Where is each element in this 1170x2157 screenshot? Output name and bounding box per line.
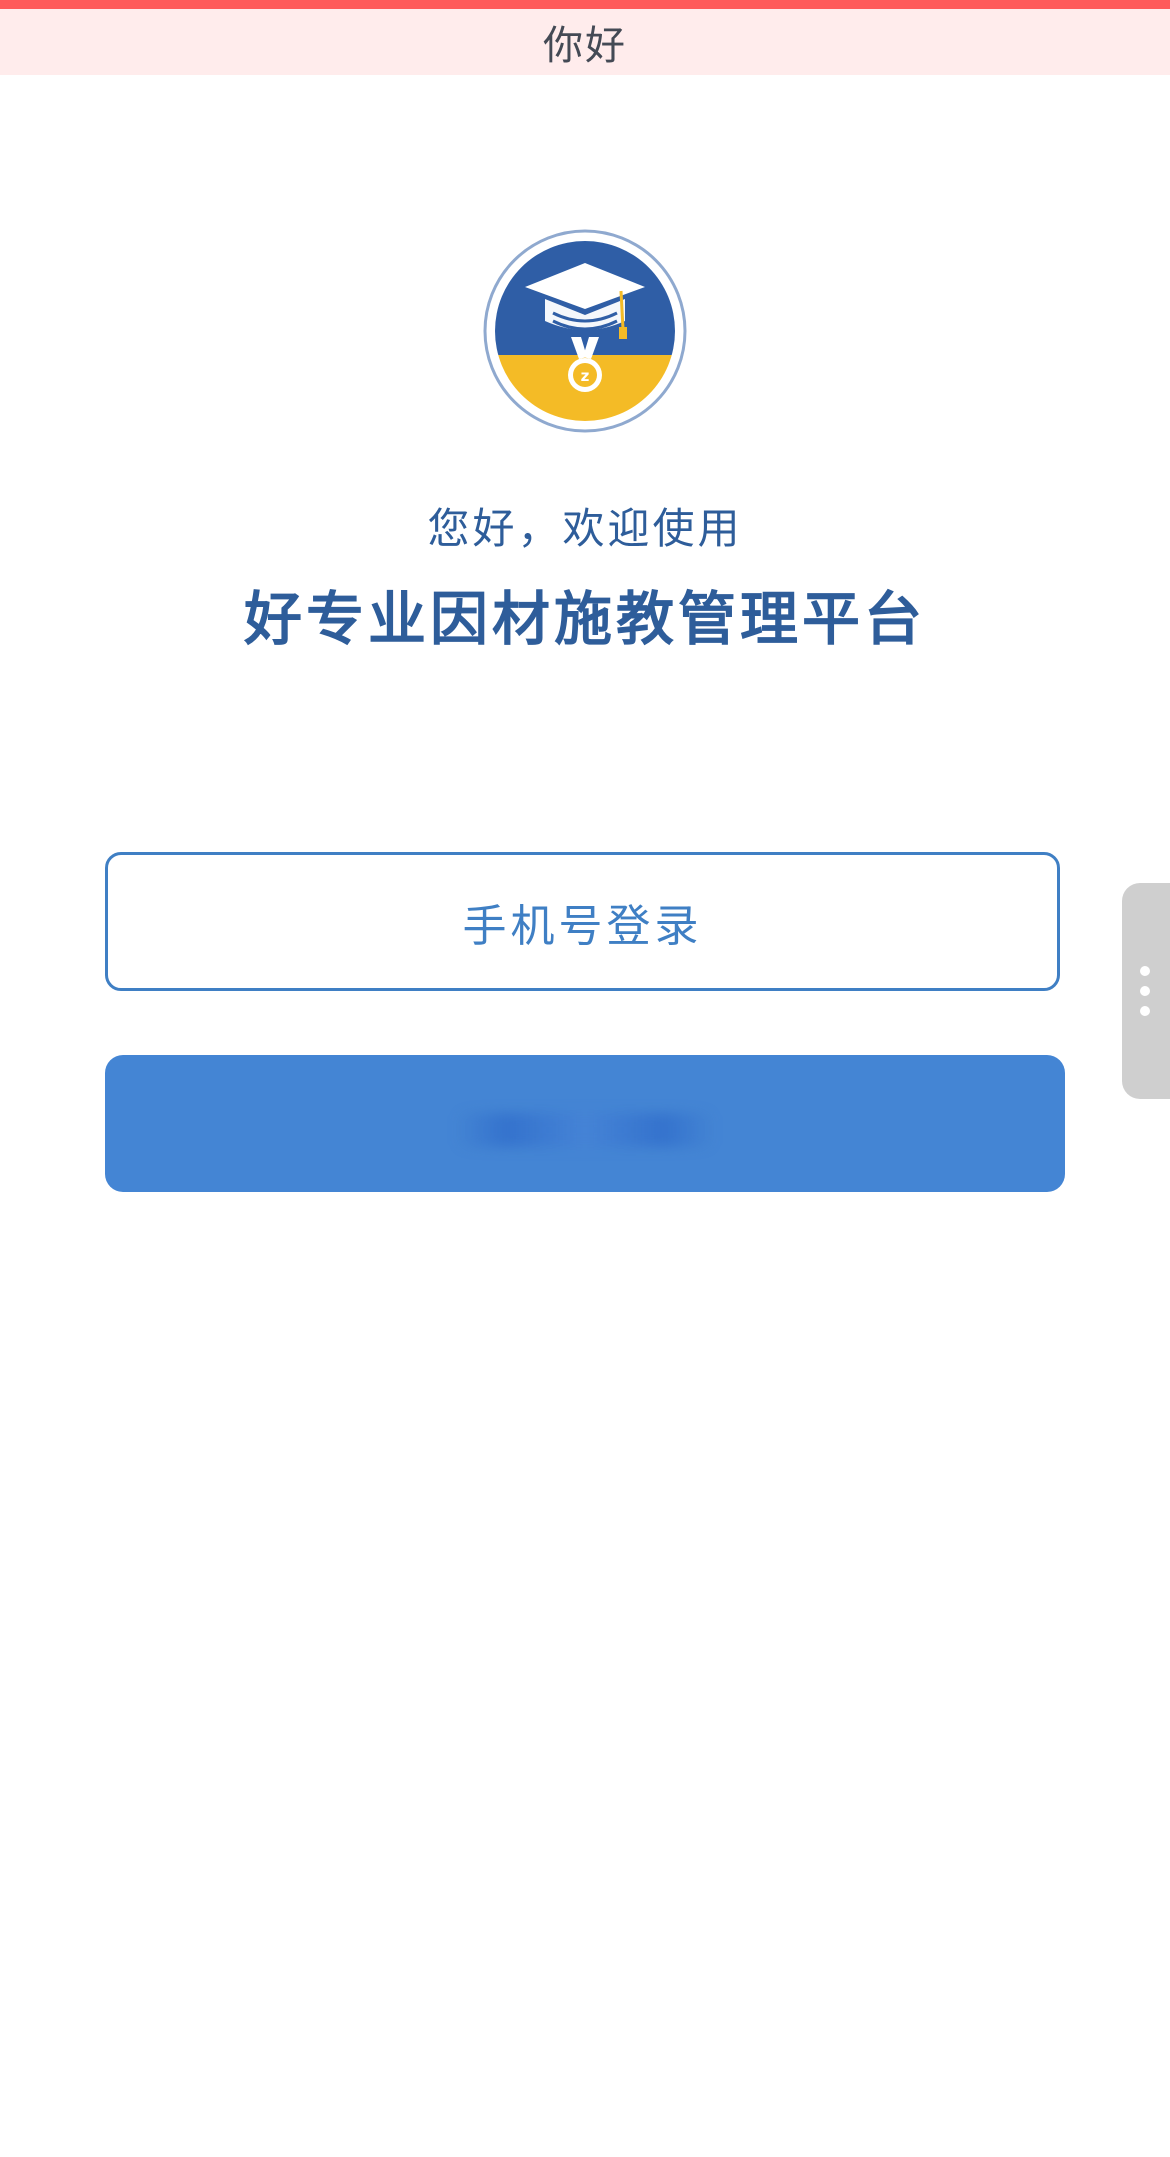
secondary-login-button[interactable] [105, 1055, 1065, 1192]
phone-login-button[interactable]: 手机号登录 [105, 852, 1060, 991]
side-drawer-handle[interactable] [1122, 883, 1170, 1099]
phone-login-label: 手机号登录 [462, 900, 703, 952]
welcome-text: 您好，欢迎使用 [427, 504, 743, 553]
graduation-cap-medal-logo-icon: z [483, 229, 687, 433]
status-strip [0, 0, 1170, 9]
login-screen: 你好 z 您好，欢迎使用 好专业因材施教管理平台 手机号登录 [0, 0, 1170, 2157]
svg-text:z: z [581, 367, 590, 385]
app-logo: z [483, 229, 687, 433]
blurred-button-label [455, 1112, 715, 1147]
page-title: 你好 [543, 23, 627, 69]
title-bar: 你好 [0, 9, 1170, 75]
more-vertical-icon [1140, 1006, 1150, 1016]
platform-name: 好专业因材施教管理平台 [243, 585, 926, 653]
more-vertical-icon [1140, 986, 1150, 996]
more-vertical-icon [1140, 966, 1150, 976]
